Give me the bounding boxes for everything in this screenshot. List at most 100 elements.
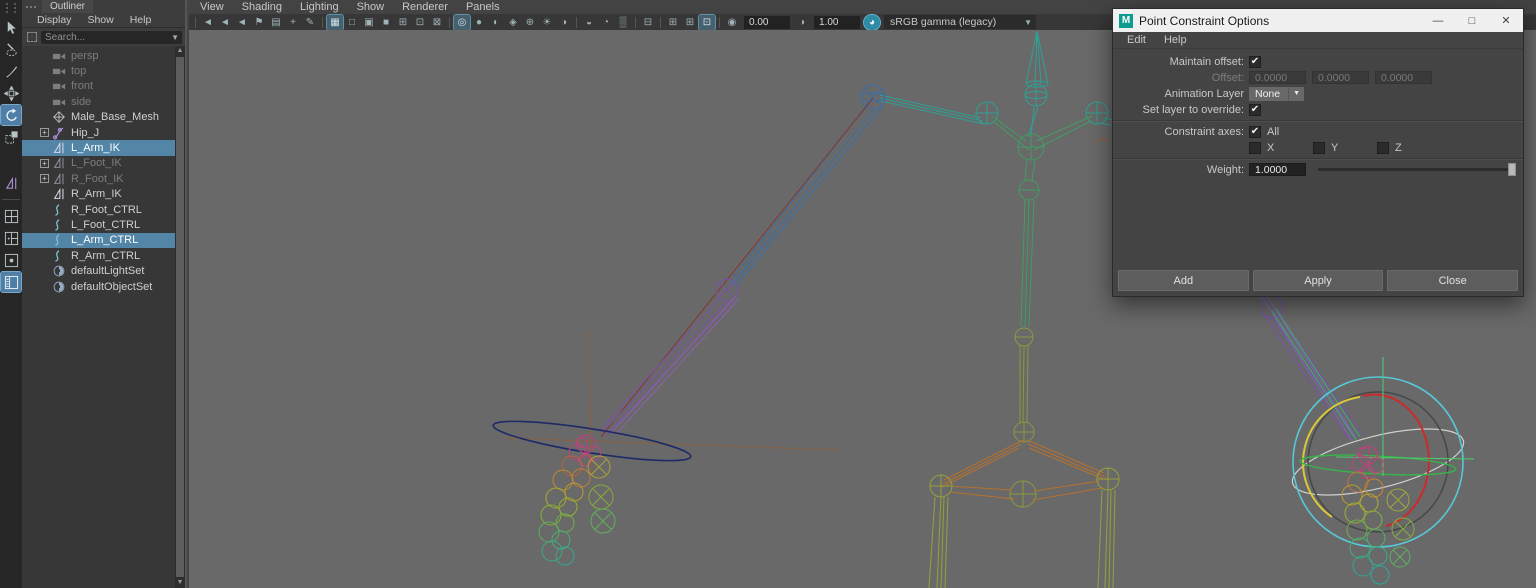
slider-handle[interactable] — [1508, 163, 1516, 176]
outliner-scrollbar[interactable]: ▲ ▼ — [175, 46, 185, 588]
gamma-icon[interactable]: ◕ — [864, 15, 880, 30]
contrast-icon[interactable]: ◑ — [794, 15, 810, 30]
viewport-menu-shading[interactable]: Shading — [233, 1, 291, 13]
animation-layer-dropdown[interactable]: None ▼ — [1249, 87, 1304, 101]
axis-y-checkbox[interactable]: ✔ — [1313, 142, 1325, 154]
layout-persp-plus[interactable] — [1, 228, 21, 248]
search-dropdown-icon[interactable]: ▼ — [171, 33, 182, 42]
scale-tool[interactable] — [1, 127, 21, 147]
exposure-field[interactable]: 0.00 — [744, 16, 790, 29]
dialog-titlebar[interactable]: M Point Constraint Options — □ ✕ — [1113, 9, 1523, 32]
layout-single-persp[interactable] — [1, 250, 21, 270]
outliner-item-r_arm_ik[interactable]: R_Arm_IK — [22, 187, 175, 202]
outliner-item-defaultlightset[interactable]: defaultLightSet — [22, 263, 175, 278]
field-chart-icon[interactable]: ⊞ — [395, 15, 411, 30]
add-button[interactable]: Add — [1118, 270, 1249, 291]
outliner-item-r_foot_ctrl[interactable]: R_Foot_CTRL — [22, 202, 175, 217]
outliner-item-front[interactable]: front — [22, 79, 175, 94]
maximize-button[interactable]: □ — [1455, 9, 1489, 32]
flat-shade-icon[interactable]: ◐ — [488, 15, 504, 30]
isolate-select-icon[interactable]: ⊟ — [640, 15, 656, 30]
set-layer-checkbox[interactable]: ✔ — [1249, 104, 1261, 116]
grease-pencil-icon[interactable]: ✎ — [302, 15, 318, 30]
pane-copy-icon[interactable]: ⊞ — [665, 15, 681, 30]
layout-persp-outliner[interactable] — [1, 272, 21, 292]
outliner-item-r_foot_ik[interactable]: +R_Foot_IK — [22, 171, 175, 186]
camera-select-icon[interactable]: ◄ — [217, 15, 233, 30]
wireframe-icon[interactable]: ◎ — [454, 15, 470, 30]
minimize-button[interactable]: — — [1421, 9, 1455, 32]
apply-button[interactable]: Apply — [1253, 270, 1384, 291]
outliner-menu-show[interactable]: Show — [80, 14, 120, 26]
expand-icon[interactable]: + — [40, 128, 49, 137]
outliner-item-male_base_mesh[interactable]: Male_Base_Mesh — [22, 110, 175, 125]
wireframe-on-shaded-icon[interactable]: ◈ — [505, 15, 521, 30]
dialog-menu-edit[interactable]: Edit — [1119, 34, 1154, 46]
toolbox-grip[interactable] — [4, 3, 18, 13]
ik-handle-tool[interactable] — [1, 173, 21, 193]
outliner-item-r_arm_ctrl[interactable]: R_Arm_CTRL — [22, 248, 175, 263]
bookmark-icon[interactable]: ⚑ — [251, 15, 267, 30]
pane-paste-icon[interactable]: ⊞ — [682, 15, 698, 30]
gamma-field[interactable]: 1.00 — [814, 16, 860, 29]
axis-z-checkbox[interactable]: ✔ — [1377, 142, 1389, 154]
textured-icon[interactable]: ⊕ — [522, 15, 538, 30]
offset-y-field[interactable]: 0.0000 — [1312, 71, 1369, 84]
scroll-down-icon[interactable]: ▼ — [177, 578, 184, 588]
motion-blur-icon[interactable]: ◔ — [598, 15, 614, 30]
outliner-item-l_arm_ctrl[interactable]: L_Arm_CTRL — [22, 233, 175, 248]
expand-icon[interactable]: + — [40, 174, 49, 183]
offset-x-field[interactable]: 0.0000 — [1249, 71, 1306, 84]
weight-slider[interactable] — [1318, 163, 1516, 176]
close-icon[interactable]: ✕ — [1489, 9, 1523, 32]
outliner-item-l_foot_ctrl[interactable]: L_Foot_CTRL — [22, 217, 175, 232]
safe-action-icon[interactable]: ⊡ — [412, 15, 428, 30]
safe-title-icon[interactable]: ⊠ — [429, 15, 445, 30]
image-plane-icon[interactable]: ▤ — [268, 15, 284, 30]
resolution-gate-icon[interactable]: ▣ — [361, 15, 377, 30]
outliner-tab[interactable]: Outliner — [42, 0, 93, 13]
search-input[interactable] — [41, 32, 171, 43]
colorspace-dropdown[interactable]: sRGB gamma (legacy)▼ — [884, 15, 1036, 29]
viewport-menu-panels[interactable]: Panels — [457, 1, 509, 13]
outliner-item-persp[interactable]: persp — [22, 48, 175, 63]
search-filter-icon[interactable] — [27, 32, 37, 42]
close-button[interactable]: Close — [1387, 270, 1518, 291]
grid-icon[interactable]: ▦ — [327, 15, 343, 30]
move-tool[interactable] — [1, 83, 21, 103]
fog-icon[interactable]: ▒ — [615, 15, 631, 30]
lights-icon[interactable]: ☀ — [539, 15, 555, 30]
paint-select-tool[interactable] — [1, 61, 21, 81]
offset-z-field[interactable]: 0.0000 — [1375, 71, 1432, 84]
shadows-icon[interactable]: ◑ — [556, 15, 572, 30]
layout-four-view[interactable] — [1, 206, 21, 226]
outliner-item-top[interactable]: top — [22, 63, 175, 78]
all-axes-checkbox[interactable]: ✔ — [1249, 126, 1261, 138]
smooth-shade-icon[interactable]: ● — [471, 15, 487, 30]
axis-x-checkbox[interactable]: ✔ — [1249, 142, 1261, 154]
ao-icon[interactable]: ◒ — [581, 15, 597, 30]
weight-field[interactable]: 1.0000 — [1249, 163, 1306, 176]
gate-mask-icon[interactable]: ■ — [378, 15, 394, 30]
rotate-tool[interactable] — [1, 105, 21, 125]
snap-view-icon[interactable]: ⊡ — [699, 15, 715, 30]
viewport-menu-view[interactable]: View — [191, 1, 233, 13]
outliner-item-l_foot_ik[interactable]: +L_Foot_IK — [22, 156, 175, 171]
panel-grip-icon[interactable] — [26, 6, 36, 8]
camera-settings-icon[interactable]: ◄ — [234, 15, 250, 30]
film-gate-icon[interactable]: □ — [344, 15, 360, 30]
scrollbar-thumb[interactable] — [176, 57, 184, 577]
exposure-icon[interactable]: ◉ — [724, 15, 740, 30]
expand-icon[interactable]: + — [40, 159, 49, 168]
outliner-search-field[interactable]: ▼ — [41, 31, 182, 44]
viewport-menu-lighting[interactable]: Lighting — [291, 1, 348, 13]
select-tool[interactable] — [1, 17, 21, 37]
maintain-offset-checkbox[interactable]: ✔ — [1249, 56, 1261, 68]
lasso-select-tool[interactable] — [1, 39, 21, 59]
camera-icon[interactable]: ◄ — [200, 15, 216, 30]
outliner-item-hip_j[interactable]: +Hip_J — [22, 125, 175, 140]
outliner-item-side[interactable]: side — [22, 94, 175, 109]
outliner-item-l_arm_ik[interactable]: L_Arm_IK — [22, 140, 175, 155]
viewport-menu-show[interactable]: Show — [348, 1, 394, 13]
viewport-menu-renderer[interactable]: Renderer — [393, 1, 457, 13]
